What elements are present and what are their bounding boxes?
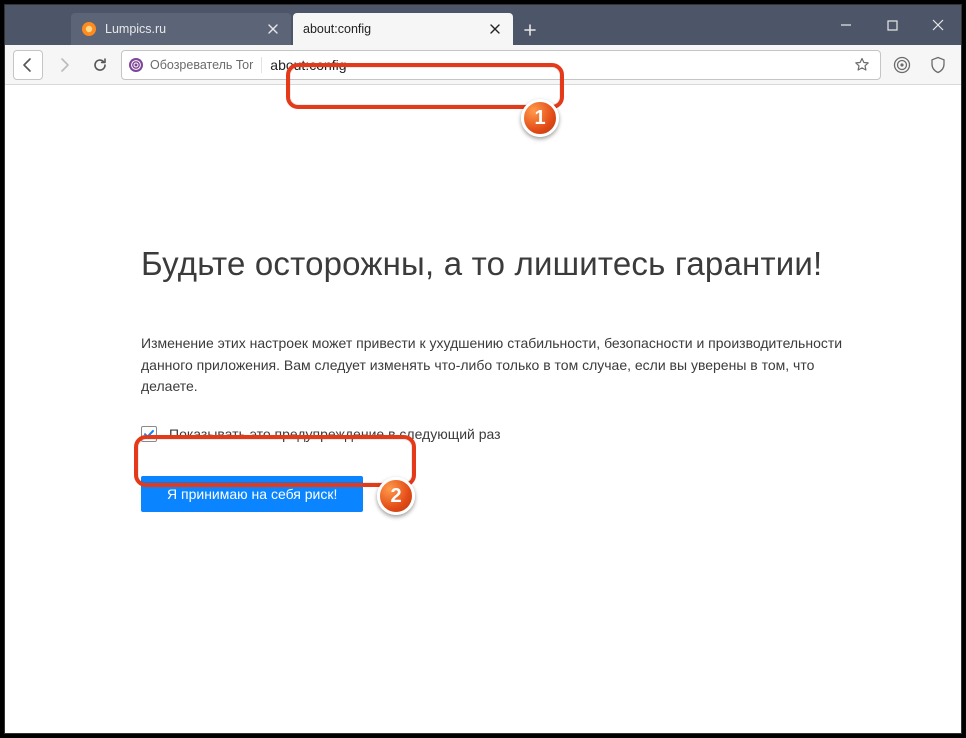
tor-onion-icon <box>128 57 144 73</box>
show-warning-checkbox-row[interactable]: Показывать это предупреждение в следующи… <box>141 426 865 442</box>
window-controls <box>823 5 961 45</box>
page-content: Будьте осторожны, а то лишитесь гарантии… <box>5 85 961 733</box>
close-window-button[interactable] <box>915 5 961 45</box>
orange-favicon-icon <box>81 21 97 37</box>
toolbar: Обозреватель Tor <box>5 45 961 85</box>
warning-title: Будьте осторожны, а то лишитесь гарантии… <box>141 245 865 283</box>
bookmark-star-icon[interactable] <box>850 53 874 77</box>
close-icon[interactable] <box>487 21 503 37</box>
warning-description: Изменение этих настроек может привести к… <box>141 333 865 398</box>
checkbox-label: Показывать это предупреждение в следующи… <box>169 426 501 442</box>
reload-button[interactable] <box>85 50 115 80</box>
tab-strip: Lumpics.ru about:config <box>71 5 823 45</box>
tab-about-config[interactable]: about:config <box>293 13 513 45</box>
tab-lumpics[interactable]: Lumpics.ru <box>71 13 291 45</box>
tab-title: Lumpics.ru <box>105 22 259 36</box>
titlebar: Lumpics.ru about:config <box>5 5 961 45</box>
tab-title: about:config <box>303 22 481 36</box>
url-input[interactable] <box>270 57 850 73</box>
forward-button[interactable] <box>49 50 79 80</box>
close-icon[interactable] <box>265 21 281 37</box>
about-config-warning: Будьте осторожны, а то лишитесь гарантии… <box>5 85 961 512</box>
browser-window: Lumpics.ru about:config <box>4 4 962 734</box>
minimize-button[interactable] <box>823 5 869 45</box>
new-tab-button[interactable] <box>515 15 545 45</box>
checkbox-icon[interactable] <box>141 426 157 442</box>
tor-circuit-icon[interactable] <box>887 50 917 80</box>
back-button[interactable] <box>13 50 43 80</box>
accept-risk-button[interactable]: Я принимаю на себя риск! <box>141 476 363 512</box>
identity-label: Обозреватель Tor <box>150 58 253 72</box>
address-bar[interactable]: Обозреватель Tor <box>121 50 881 80</box>
maximize-button[interactable] <box>869 5 915 45</box>
site-identity[interactable]: Обозреватель Tor <box>128 57 262 73</box>
security-shield-icon[interactable] <box>923 50 953 80</box>
